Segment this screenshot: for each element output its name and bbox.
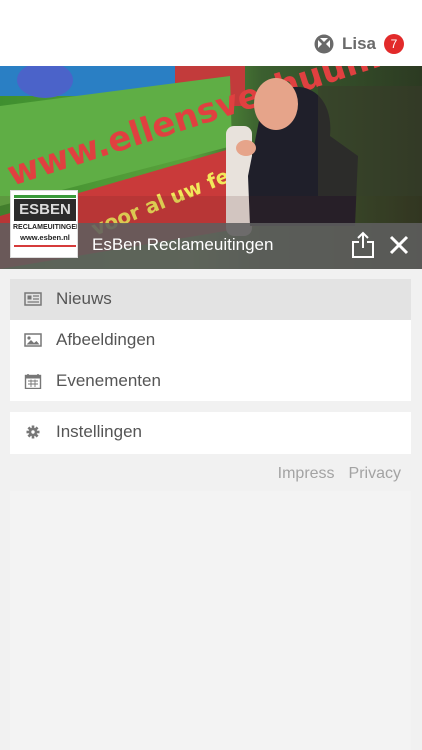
hero-title: EsBen Reclameuitingen — [92, 235, 274, 254]
menu-item-nieuws[interactable]: Nieuws — [10, 279, 411, 320]
close-icon[interactable] — [388, 234, 410, 256]
logo-stripe — [14, 195, 76, 198]
menu-item-afbeeldingen[interactable]: Afbeeldingen — [10, 320, 411, 361]
footer-links: Impress Privacy — [278, 465, 401, 483]
logo-brand: ESBEN — [14, 199, 76, 221]
logo-underline — [14, 245, 76, 247]
share-icon[interactable] — [351, 231, 375, 259]
privacy-link[interactable]: Privacy — [349, 465, 401, 483]
notification-badge[interactable]: 7 — [384, 34, 404, 54]
top-bar: Lisa 7 — [0, 0, 422, 66]
menu-item-label: Nieuws — [56, 289, 112, 308]
company-logo: ESBEN RECLAMEUITINGEN www.esben.nl — [10, 190, 78, 258]
gear-icon — [26, 425, 40, 439]
logo-subtitle: RECLAMEUITINGEN — [13, 224, 78, 231]
main-menu: Nieuws Afbeeldingen Evenementen — [10, 279, 411, 401]
user-name[interactable]: Lisa — [342, 34, 376, 54]
empty-area — [10, 491, 411, 750]
user-menu[interactable]: Lisa 7 — [314, 30, 404, 58]
menu-item-evenementen[interactable]: Evenementen — [10, 361, 411, 402]
menu-item-label: Afbeeldingen — [56, 330, 156, 349]
newspaper-icon — [24, 292, 42, 306]
image-icon — [24, 333, 42, 347]
impress-link[interactable]: Impress — [278, 465, 335, 483]
puzzle-logo-icon — [314, 34, 334, 54]
menu-item-label: Evenementen — [56, 371, 161, 390]
menu-item-label: Instellingen — [56, 422, 143, 441]
menu-panel: Nieuws Afbeeldingen Evenementen Instelli… — [0, 269, 422, 750]
settings-menu: Instellingen — [10, 412, 411, 454]
calendar-icon — [24, 374, 42, 389]
logo-url: www.esben.nl — [20, 233, 70, 242]
menu-item-instellingen[interactable]: Instellingen — [10, 412, 411, 453]
